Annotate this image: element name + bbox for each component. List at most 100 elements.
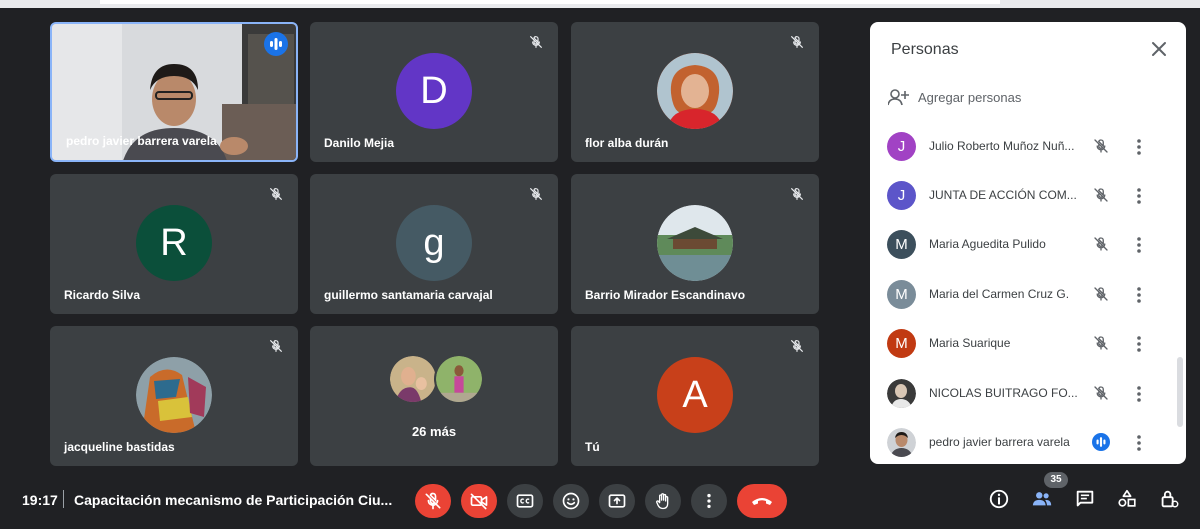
avatar-photo [657,205,733,281]
more-vert-icon[interactable] [1136,335,1142,353]
avatar-photo [887,428,916,457]
participant-row[interactable]: pedro javier barrera varela [870,425,1170,461]
participant-tile-jacqueline[interactable]: jacqueline bastidas [50,326,298,466]
more-vert-icon[interactable] [1136,434,1142,452]
participant-row-name: Maria Aguedita Pulido [929,237,1046,251]
participant-name: Tú [585,440,600,454]
camera-toggle-button[interactable] [461,484,497,518]
participant-row-name: JUNTA DE ACCIÓN COM... [929,188,1077,202]
closed-captions-icon [516,494,534,508]
avatar: A [657,357,733,433]
mic-off-icon[interactable] [1092,285,1110,303]
participant-name: Ricardo Silva [64,288,141,302]
meeting-title[interactable]: Capacitación mecanismo de Participación … [74,492,394,508]
mic-off-icon [791,188,803,200]
avatar-photo [434,354,484,404]
avatar: M [887,230,916,259]
speaking-indicator-icon [1092,433,1110,451]
mic-off-icon[interactable] [1092,235,1110,253]
panel-scrollbar[interactable] [1177,357,1183,427]
raise-hand-icon [656,493,669,510]
participant-tile-guillermo[interactable]: g guillermo santamaria carvajal [310,174,558,314]
participant-tile-more[interactable]: 26 más [310,326,558,466]
present-screen-button[interactable] [599,484,635,518]
avatar-photo [388,354,438,404]
participant-row-name: pedro javier barrera varela [929,435,1070,449]
avatar: D [396,53,472,129]
more-options-button[interactable] [691,484,727,518]
more-vert-icon[interactable] [1136,138,1142,156]
participant-row[interactable]: M Maria Aguedita Pulido [870,227,1170,263]
avatar: M [887,329,916,358]
mic-off-icon[interactable] [1092,186,1110,204]
participant-row[interactable]: M Maria del Carmen Cruz G. [870,277,1170,313]
browser-bar [100,0,1000,4]
more-vert-icon[interactable] [1136,286,1142,304]
more-avatars [388,354,488,408]
mic-off-icon [791,36,803,48]
participant-name: jacqueline bastidas [64,440,175,454]
participant-row-name: Julio Roberto Muñoz Nuñ... [929,139,1075,153]
avatar: M [887,280,916,309]
participant-tile-flor[interactable]: flor alba durán [571,22,819,162]
avatar: J [887,181,916,210]
avatar: J [887,132,916,161]
add-people-button[interactable]: Agregar personas [888,86,1021,108]
participant-name: Barrio Mirador Escandinavo [585,288,746,302]
people-panel: Personas Agregar personas J Julio Robert… [870,22,1186,464]
mic-off-icon[interactable] [1092,137,1110,155]
meeting-clock: 19:17 [22,492,58,508]
mic-off-icon [530,188,542,200]
camera-off-icon [470,493,488,510]
more-vert-icon[interactable] [1136,187,1142,205]
avatar: R [136,205,212,281]
participant-tile-you[interactable]: A Tú [571,326,819,466]
mic-off-icon[interactable] [1092,384,1110,402]
avatar-photo [887,379,916,408]
participant-row[interactable]: M Maria Suarique [870,326,1170,362]
more-vert-icon[interactable] [1136,385,1142,403]
reactions-button[interactable] [553,484,589,518]
avatar-photo [136,357,212,433]
host-controls-icon[interactable] [1158,488,1180,510]
browser-top-strip [0,0,1200,8]
participant-row[interactable]: NICOLAS BUITRAGO FO... [870,376,1170,412]
participant-name: flor alba durán [585,136,669,150]
mic-toggle-button[interactable] [415,484,451,518]
participant-row-name: NICOLAS BUITRAGO FO... [929,386,1078,400]
participant-row-name: Maria Suarique [929,336,1011,350]
people-icon[interactable] [1031,488,1053,510]
participant-tile-barrio[interactable]: Barrio Mirador Escandinavo [571,174,819,314]
mic-off-icon [425,492,441,510]
raise-hand-button[interactable] [645,484,681,518]
people-count-badge: 35 [1044,472,1068,488]
more-vert-icon [707,493,711,509]
meeting-details-icon[interactable] [988,488,1010,510]
participant-tile-danilo[interactable]: D Danilo Mejia [310,22,558,162]
video-grid: pedro javier barrera varela D Danilo Mej… [50,22,822,466]
captions-button[interactable] [507,484,543,518]
present-to-all-icon [608,494,626,508]
mic-off-icon[interactable] [1092,334,1110,352]
activities-icon[interactable] [1116,488,1138,510]
more-participants-label: 26 más [411,424,457,439]
more-vert-icon[interactable] [1136,236,1142,254]
participant-row[interactable]: J Julio Roberto Muñoz Nuñ... [870,129,1170,165]
call-end-icon [752,498,772,505]
participant-row-name: Maria del Carmen Cruz G. [929,287,1070,301]
bottom-bar: 19:17 Capacitación mecanismo de Particip… [0,468,1200,529]
participant-tile-pedro[interactable]: pedro javier barrera varela [50,22,298,162]
add-people-label: Agregar personas [918,89,1022,105]
participant-tile-ricardo[interactable]: R Ricardo Silva [50,174,298,314]
add-person-icon [888,89,909,106]
participant-name: Danilo Mejia [324,136,395,150]
participant-row[interactable]: J JUNTA DE ACCIÓN COM... [870,178,1170,214]
close-icon[interactable] [1150,40,1168,58]
chat-icon[interactable] [1074,488,1096,510]
panel-title: Personas [891,41,959,58]
mic-off-icon [270,188,282,200]
participant-name: guillermo santamaria carvajal [324,288,493,302]
leave-call-button[interactable] [737,484,787,518]
mic-off-icon [270,340,282,352]
divider [63,490,64,508]
